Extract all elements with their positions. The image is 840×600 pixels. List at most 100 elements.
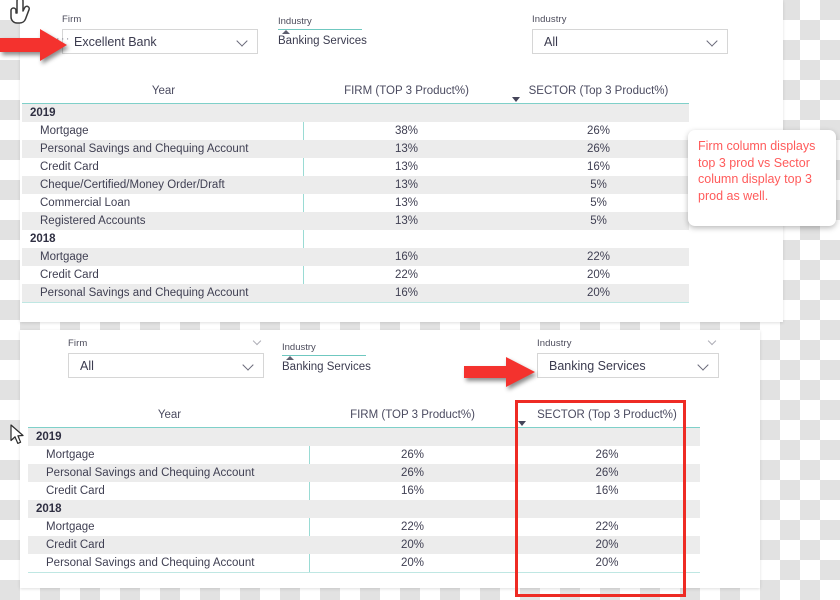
sector-value: 20% — [586, 269, 611, 281]
industry-slicer-header-bottom: Industry — [537, 338, 719, 350]
industry-dropdown-slicer-bottom[interactable]: Industry Banking Services — [537, 338, 719, 378]
row-label: Personal Savings and Chequing Account — [40, 287, 249, 299]
sector-value: 5% — [590, 215, 607, 227]
row-label: Registered Accounts — [40, 215, 146, 227]
industry-slicer-label: Industry — [532, 14, 567, 25]
column-header-firm[interactable]: FIRM (TOP 3 Product%) — [311, 409, 514, 421]
industry-dropdown-value: Banking Services — [549, 358, 646, 373]
chevron-down-icon[interactable] — [707, 37, 721, 46]
row-label: Credit Card — [40, 269, 99, 281]
firm-value: 13% — [394, 161, 419, 173]
firm-slicer-bottom[interactable]: Firm All — [68, 338, 264, 378]
firm-slicer-header-bottom: Firm — [68, 338, 264, 350]
firm-value: 20% — [400, 539, 425, 551]
firm-dropdown-value: Excellent Bank — [74, 34, 157, 49]
row-label: Commercial Loan — [40, 197, 131, 209]
row-label: Credit Card — [46, 539, 105, 551]
red-arrow-industry-slicer — [464, 356, 536, 393]
column-header-year[interactable]: Year — [22, 85, 305, 97]
sector-value: 26% — [586, 143, 611, 155]
caret-up-icon — [286, 356, 294, 360]
industry-dropdown-slicer-top[interactable]: Industry All — [532, 14, 728, 54]
caret-up-icon — [282, 30, 290, 34]
firm-value: 22% — [400, 521, 425, 533]
row-label: Mortgage — [46, 449, 95, 461]
matrix-row[interactable]: Personal Savings and Chequing Account 13%… — [22, 140, 689, 158]
matrix-row[interactable]: Mortgage 16% 22% — [22, 248, 689, 266]
industry-slicer-header-top: Industry — [532, 14, 728, 26]
column-header-sector[interactable]: SECTOR (Top 3 Product%) — [508, 85, 689, 97]
arrow-cursor — [10, 424, 26, 451]
row-label: Cheque/Certified/Money Order/Draft — [40, 179, 225, 191]
row-label: Personal Savings and Chequing Account — [46, 557, 255, 569]
matrix-bottom-rule — [22, 302, 689, 303]
industry-list-rule — [278, 29, 362, 34]
column-header-year[interactable]: Year — [28, 409, 311, 421]
chevron-down-icon-collapsed[interactable] — [708, 338, 719, 345]
chevron-down-icon[interactable] — [243, 361, 257, 370]
industry-list-label: Industry — [282, 342, 316, 353]
firm-slicer-top[interactable]: Firm Excellent Bank — [62, 14, 258, 54]
firm-slicer-label: Firm — [62, 14, 82, 25]
row-label: Mortgage — [40, 251, 89, 263]
industry-dropdown-top[interactable]: All — [532, 29, 728, 54]
sector-value: 22% — [586, 251, 611, 263]
matrix-row[interactable]: Commercial Loan 13% 5% — [22, 194, 689, 212]
chevron-down-icon[interactable] — [237, 37, 251, 46]
chevron-down-icon[interactable] — [698, 361, 712, 370]
row-label: 2019 — [36, 431, 62, 443]
matrix-visual-top[interactable]: Year FIRM (TOP 3 Product%) SECTOR (Top 3… — [22, 78, 689, 303]
firm-slicer-label: Firm — [68, 338, 88, 349]
firm-dropdown-bottom[interactable]: All — [68, 353, 264, 378]
sector-value: 5% — [590, 179, 607, 191]
firm-slicer-header-top: Firm — [62, 14, 258, 26]
sector-value: 5% — [590, 197, 607, 209]
row-label: Mortgage — [40, 125, 89, 137]
row-label: Credit Card — [46, 485, 105, 497]
sector-value: 26% — [586, 125, 611, 137]
hand-pointer-cursor — [6, 0, 36, 37]
row-label: Personal Savings and Chequing Account — [46, 467, 255, 479]
row-label: Mortgage — [46, 521, 95, 533]
firm-value: 13% — [394, 179, 419, 191]
row-label: 2019 — [30, 107, 56, 119]
firm-value: 13% — [394, 215, 419, 227]
industry-dropdown-value: All — [544, 34, 558, 49]
firm-value: 26% — [400, 449, 425, 461]
column-header-firm[interactable]: FIRM (TOP 3 Product%) — [305, 85, 508, 97]
row-label: 2018 — [36, 503, 62, 515]
matrix-group-row[interactable]: 2018 — [22, 230, 689, 248]
red-highlight-sector-column — [515, 400, 686, 597]
firm-value: 38% — [394, 125, 419, 137]
matrix-row[interactable]: Credit Card 13% 16% — [22, 158, 689, 176]
annotation-callout: Firm column displays top 3 prod vs Secto… — [688, 130, 836, 226]
matrix-row[interactable]: Personal Savings and Chequing Account 16%… — [22, 284, 689, 302]
row-label: Personal Savings and Chequing Account — [40, 143, 249, 155]
matrix-row[interactable]: Mortgage 38% 26% — [22, 122, 689, 140]
matrix-body-top: 2019 Mortgage 38% 26% Personal Savings and C… — [22, 104, 689, 302]
matrix-row[interactable]: Registered Accounts 13% 5% — [22, 212, 689, 230]
firm-value: 22% — [394, 269, 419, 281]
sort-descending-icon[interactable] — [512, 97, 520, 102]
industry-list-slicer-top[interactable]: Industry Banking Services — [278, 16, 367, 47]
matrix-header-row-top: Year FIRM (TOP 3 Product%) SECTOR (Top 3… — [22, 78, 689, 104]
matrix-row[interactable]: Credit Card 22% 20% — [22, 266, 689, 284]
industry-list-rule — [282, 355, 366, 360]
sector-value: 20% — [586, 287, 611, 299]
industry-list-slicer-bottom[interactable]: Industry Banking Services — [282, 342, 371, 373]
industry-list-label: Industry — [278, 16, 312, 27]
matrix-group-row[interactable]: 2019 — [22, 104, 689, 122]
industry-slicer-label: Industry — [537, 338, 572, 349]
firm-value: 13% — [394, 143, 419, 155]
firm-dropdown-top[interactable]: Excellent Bank — [62, 29, 258, 54]
matrix-row[interactable]: Cheque/Certified/Money Order/Draft 13% 5% — [22, 176, 689, 194]
sector-value: 16% — [586, 161, 611, 173]
industry-dropdown-bottom[interactable]: Banking Services — [537, 353, 719, 378]
industry-list-item[interactable]: Banking Services — [282, 356, 371, 373]
firm-value: 20% — [400, 557, 425, 569]
industry-list-item[interactable]: Banking Services — [278, 30, 367, 47]
firm-value: 26% — [400, 467, 425, 479]
firm-value: 13% — [394, 197, 419, 209]
chevron-down-icon-collapsed[interactable] — [253, 338, 264, 345]
annotation-callout-text: Firm column displays top 3 prod vs Secto… — [698, 139, 816, 203]
